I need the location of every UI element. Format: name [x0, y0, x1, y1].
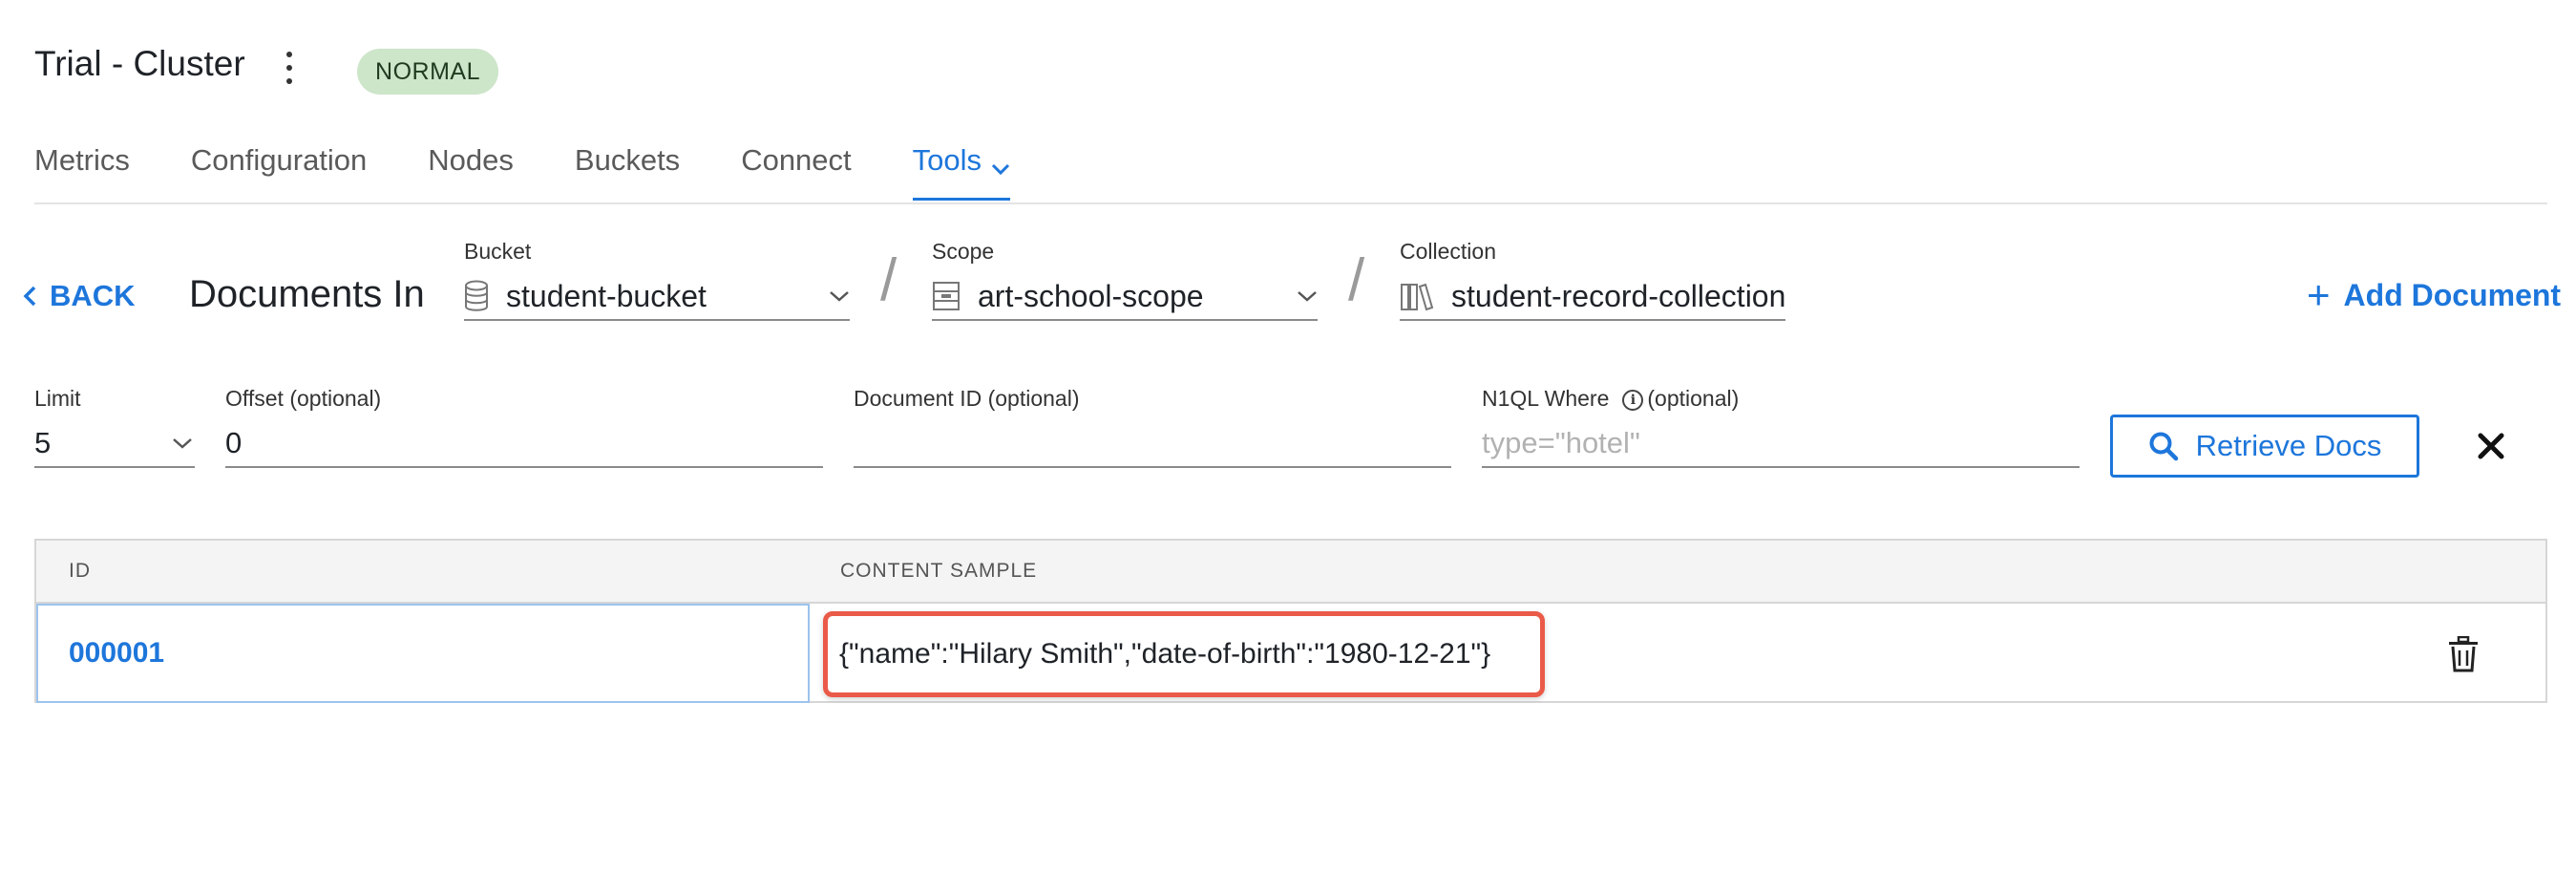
- collection-label: Collection: [1400, 239, 1496, 264]
- collection-select[interactable]: student-record-collection: [1400, 273, 1785, 321]
- table-header: ID CONTENT SAMPLE: [36, 541, 2545, 604]
- back-button[interactable]: BACK: [23, 279, 136, 313]
- id-cell: 000001: [36, 604, 810, 703]
- search-icon: [2149, 432, 2178, 461]
- tab-nodes[interactable]: Nodes: [428, 143, 514, 201]
- tab-metrics[interactable]: Metrics: [34, 143, 130, 201]
- limit-select[interactable]: 5: [34, 420, 195, 468]
- collection-value: student-record-collection: [1451, 278, 1785, 313]
- path-separator: /: [1348, 247, 1365, 313]
- chevron-left-icon: [23, 286, 36, 307]
- documents-in-heading: Documents In: [189, 273, 425, 315]
- limit-label: Limit: [34, 386, 81, 411]
- chevron-down-icon: [829, 289, 850, 303]
- tab-label: Configuration: [190, 143, 368, 177]
- documents-table: ID CONTENT SAMPLE 000001 {"name":"Hilary…: [34, 539, 2547, 703]
- tab-configuration[interactable]: Configuration: [191, 143, 367, 201]
- tab-label: Buckets: [574, 143, 681, 177]
- trash-icon[interactable]: [2448, 635, 2479, 672]
- n1ql-optional-text: (optional): [1647, 386, 1740, 411]
- tab-label: Tools: [912, 143, 982, 177]
- document-id-link[interactable]: 000001: [69, 637, 164, 670]
- scope-icon: [932, 281, 961, 311]
- document-id-input[interactable]: [854, 420, 1451, 468]
- column-header-id: ID: [69, 560, 91, 582]
- path-separator: /: [880, 247, 897, 313]
- add-document-label: Add Document: [2343, 277, 2562, 312]
- scope-value: art-school-scope: [978, 278, 1204, 313]
- bucket-select[interactable]: student-bucket: [464, 273, 850, 321]
- tab-label: Nodes: [428, 143, 514, 177]
- add-document-button[interactable]: + Add Document: [2307, 275, 2561, 315]
- limit-value: 5: [34, 426, 52, 459]
- close-icon[interactable]: [2475, 430, 2507, 462]
- offset-label: Offset (optional): [225, 386, 382, 411]
- n1ql-where-input[interactable]: type="hotel": [1482, 420, 2080, 468]
- scope-label: Scope: [932, 239, 995, 264]
- database-icon: [464, 280, 489, 312]
- n1ql-where-label: N1QL Where i (optional): [1482, 386, 1739, 412]
- bucket-value: student-bucket: [506, 278, 707, 313]
- retrieve-docs-label: Retrieve Docs: [2195, 429, 2382, 462]
- chevron-down-icon: [1297, 289, 1318, 303]
- tabs-divider: [34, 202, 2547, 204]
- offset-input[interactable]: 0: [225, 420, 823, 468]
- status-badge: NORMAL: [357, 49, 498, 95]
- more-options-icon[interactable]: [283, 52, 296, 84]
- tab-connect[interactable]: Connect: [741, 143, 851, 201]
- info-icon[interactable]: i: [1622, 389, 1644, 411]
- scope-select[interactable]: art-school-scope: [932, 273, 1318, 321]
- retrieve-docs-button[interactable]: Retrieve Docs: [2110, 415, 2419, 478]
- back-label: BACK: [50, 279, 136, 312]
- collection-icon: [1400, 281, 1434, 311]
- plus-icon: +: [2307, 272, 2331, 317]
- column-header-content: CONTENT SAMPLE: [840, 560, 1038, 582]
- n1ql-where-text: N1QL Where: [1482, 386, 1610, 411]
- cluster-tabs: Metrics Configuration Nodes Buckets Conn…: [34, 143, 1071, 201]
- document-id-label: Document ID (optional): [854, 386, 1080, 411]
- tab-buckets[interactable]: Buckets: [575, 143, 680, 201]
- tab-label: Connect: [741, 143, 852, 177]
- tab-label: Metrics: [34, 143, 130, 177]
- chevron-down-icon: [172, 436, 193, 450]
- cluster-title: Trial - Cluster: [34, 44, 245, 83]
- bucket-label: Bucket: [464, 239, 532, 264]
- chevron-down-icon: [991, 149, 1010, 183]
- tab-tools[interactable]: Tools: [912, 143, 1011, 201]
- content-sample-cell: {"name":"Hilary Smith","date-of-birth":"…: [823, 611, 1545, 697]
